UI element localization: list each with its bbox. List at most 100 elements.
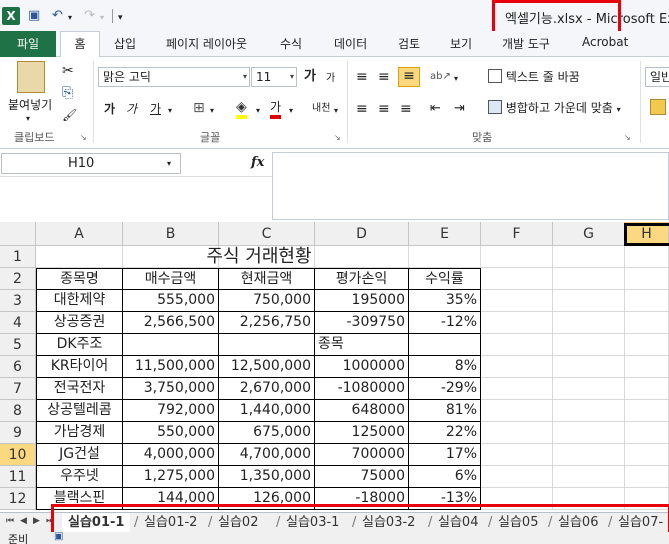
cell[interactable] [553,400,625,422]
cell[interactable] [625,422,669,444]
tab-insert[interactable]: 삽입 [114,35,136,52]
table-cell[interactable]: 가남경제 [36,422,123,444]
table-cell[interactable]: -309750 [315,312,409,334]
cell[interactable] [481,400,553,422]
table-cell[interactable]: 81% [409,400,481,422]
cell[interactable] [625,444,669,466]
column-header-a[interactable]: A [36,222,123,246]
cell[interactable] [625,312,669,334]
table-header-cell[interactable]: 종목명 [36,268,123,290]
table-cell[interactable]: 6% [409,466,481,488]
tab-data[interactable]: 데이터 [334,35,367,52]
tab-home[interactable]: 홈 [60,31,100,58]
cell[interactable] [625,334,669,356]
bold-button[interactable]: 가 [104,101,115,117]
clipboard-launcher-icon[interactable]: ↘ [80,133,87,142]
table-cell[interactable] [123,334,219,356]
cell[interactable] [553,246,625,268]
underline-button[interactable]: 가 [150,101,161,117]
table-cell[interactable]: 3,750,000 [123,378,219,400]
cell[interactable] [481,312,553,334]
prev-sheet-icon[interactable]: ◀ [20,516,27,526]
italic-button[interactable]: 가 [126,101,137,117]
column-header-f[interactable]: F [481,222,553,246]
row-header-3[interactable]: 3 [0,290,36,312]
paste-button[interactable]: 붙여넣기 [8,97,52,113]
tab-acrobat[interactable]: Acrobat [582,35,628,49]
table-cell[interactable]: DK주조 [36,334,123,356]
grow-font-icon[interactable]: 가 [304,69,316,85]
row-header-9[interactable]: 9 [0,422,36,444]
font-launcher-icon[interactable]: ↘ [334,133,341,142]
row-header-5[interactable]: 5 [0,334,36,356]
paste-icon[interactable] [17,61,45,93]
customize-qa-icon[interactable]: ▾ [118,10,123,26]
table-header-cell[interactable]: 현재금액 [219,268,315,290]
cell[interactable] [481,378,553,400]
table-cell[interactable]: 17% [409,444,481,466]
align-right-icon[interactable]: ≡ [400,101,412,117]
copy-icon[interactable]: ⎘ [62,85,73,101]
table-cell[interactable]: 555,000 [123,290,219,312]
table-cell[interactable]: 550,000 [123,422,219,444]
border-icon[interactable]: ⊞ [193,100,205,116]
table-cell[interactable]: 8% [409,356,481,378]
font-color-icon[interactable]: 가 [270,99,282,119]
table-cell[interactable]: 1000000 [315,356,409,378]
cell[interactable] [625,268,669,290]
table-header-cell[interactable]: 매수금액 [123,268,219,290]
cell[interactable] [481,246,553,268]
tab-file[interactable]: 파일 [0,31,56,57]
table-cell[interactable]: 792,000 [123,400,219,422]
table-cell[interactable]: 1,350,000 [219,466,315,488]
row-header-12[interactable]: 12 [0,488,36,510]
column-header-e[interactable]: E [409,222,481,246]
column-header-d[interactable]: D [315,222,409,246]
excel-app-icon[interactable]: X [2,7,20,25]
table-cell[interactable]: 상공텔레콤 [36,400,123,422]
column-header-g[interactable]: G [553,222,625,246]
table-cell[interactable]: -12% [409,312,481,334]
cell[interactable] [553,378,625,400]
redo-dropdown-icon[interactable]: ▾ [100,10,104,26]
orientation-dropdown-icon[interactable]: ▾ [454,71,458,87]
cell[interactable] [625,290,669,312]
table-cell[interactable]: 4,700,000 [219,444,315,466]
wrap-text-button[interactable]: 텍스트 줄 바꿈 [488,69,580,85]
table-cell[interactable]: 4,000,000 [123,444,219,466]
redo-icon[interactable]: ↷ [84,8,95,24]
row-header-6[interactable]: 6 [0,356,36,378]
table-cell[interactable]: 1,440,000 [219,400,315,422]
cell[interactable] [481,268,553,290]
cell[interactable] [481,444,553,466]
table-cell[interactable]: -29% [409,378,481,400]
next-sheet-icon[interactable]: ▶ [33,516,40,526]
cell[interactable] [481,466,553,488]
first-sheet-icon[interactable]: ⏮ [6,516,14,526]
row-header-2[interactable]: 2 [0,268,36,290]
tab-review[interactable]: 검토 [398,35,420,52]
tab-developer[interactable]: 개발 도구 [502,35,550,52]
undo-icon[interactable]: ↶ [52,8,63,24]
row-header-10[interactable]: 10 [0,444,36,466]
tab-view[interactable]: 보기 [450,35,472,52]
row-header-8[interactable]: 8 [0,400,36,422]
paste-dropdown-icon[interactable]: ▾ [26,111,30,127]
chevron-down-icon[interactable]: ▾ [167,159,171,168]
table-cell[interactable]: 대한제약 [36,290,123,312]
cell[interactable] [553,290,625,312]
underline-dropdown-icon[interactable]: ▾ [168,103,172,119]
fill-dropdown-icon[interactable]: ▾ [256,103,260,119]
cell[interactable] [481,290,553,312]
table-cell[interactable]: 2,256,750 [219,312,315,334]
cell[interactable] [625,466,669,488]
merge-center-button[interactable]: 병합하고 가운데 맞춤 ▾ [488,100,621,118]
table-cell[interactable]: 648000 [315,400,409,422]
decrease-indent-icon[interactable]: ⇤ [430,101,441,117]
active-cell-selection[interactable] [624,223,669,246]
cell[interactable] [625,246,669,268]
table-cell[interactable]: 종목 [315,334,409,356]
phonetic-dropdown-icon[interactable]: ▾ [334,103,338,119]
font-name-select[interactable]: 맑은 고딕 ▾ [98,67,250,87]
cell[interactable] [481,356,553,378]
